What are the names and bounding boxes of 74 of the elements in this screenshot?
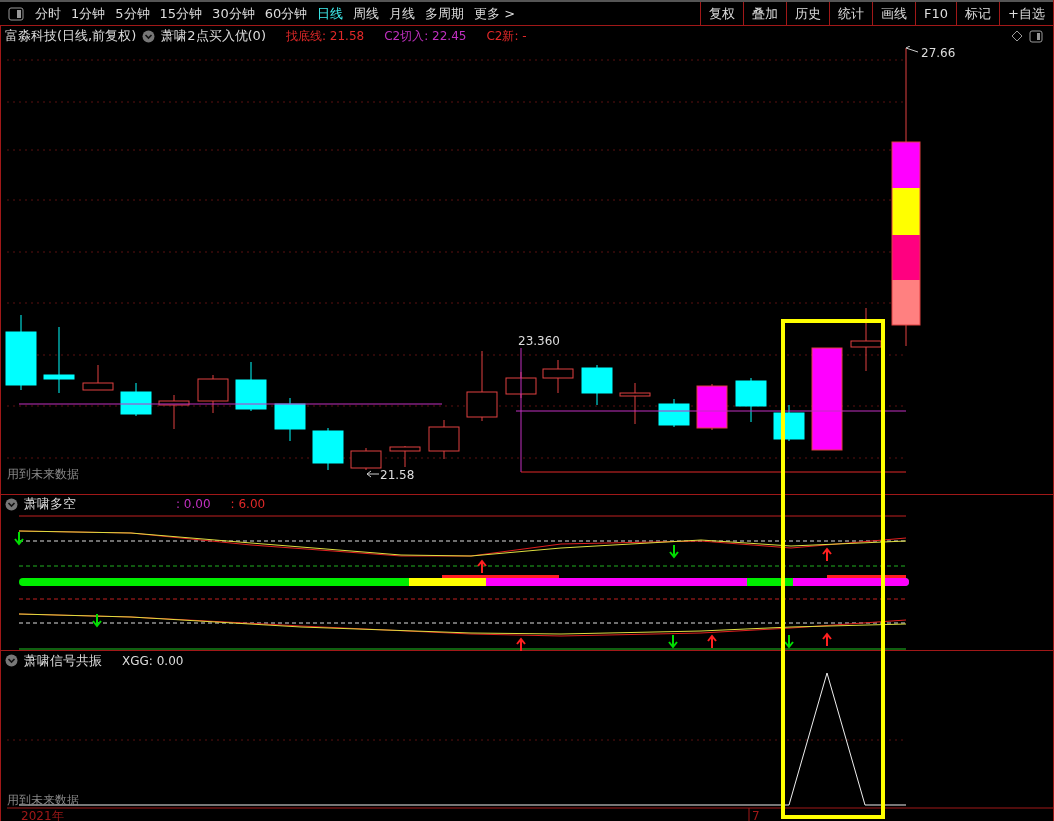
down-arrow-icon (92, 613, 102, 628)
candlestick (581, 364, 613, 406)
indicator-value: C2切入: 22.45 (384, 27, 467, 45)
chart-title: 富淼科技(日线,前复权) (5, 27, 137, 45)
candlestick (120, 382, 152, 417)
high-price-label: 27.66 (921, 46, 956, 60)
indicator-value: : 6.00 (230, 497, 266, 511)
toolbar-button[interactable]: 历史 (786, 1, 830, 26)
dropdown-icon[interactable] (5, 654, 18, 667)
period-tab[interactable]: 30分钟 (207, 4, 260, 23)
down-arrow-icon (669, 544, 679, 559)
candlestick (466, 350, 498, 422)
indicator-name: 萧啸2点买入优(0) (161, 27, 266, 45)
leader-line (905, 46, 919, 53)
up-arrow-icon (516, 637, 526, 651)
indicator-value: C2新: - (486, 27, 527, 45)
sidebar-toggle-icon[interactable] (8, 6, 24, 21)
toolbar-button[interactable]: 标记 (956, 1, 1000, 26)
indicator-value: XGG: 0.00 (122, 653, 184, 668)
down-arrow-icon (668, 634, 678, 649)
toolbar-button[interactable]: +自选 (999, 1, 1053, 26)
down-arrow-icon (784, 634, 794, 649)
candlestick (82, 364, 114, 391)
dropdown-icon[interactable] (142, 29, 156, 43)
period-tab[interactable]: 周线 (348, 4, 385, 23)
candlestick (658, 398, 690, 428)
candlestick (773, 404, 805, 442)
panel-toggle-icon[interactable] (1029, 29, 1043, 43)
candlestick (312, 427, 344, 471)
up-arrow-icon (707, 634, 717, 649)
down-arrow-icon (14, 531, 24, 546)
up-arrow-icon (477, 559, 487, 574)
candlestick (735, 377, 767, 423)
future-data-note: 用到未来数据 (7, 793, 79, 807)
period-tab[interactable]: 月线 (384, 4, 421, 23)
period-tab[interactable]: 1分钟 (66, 4, 111, 23)
candlestick (158, 394, 190, 430)
future-data-note: 用到未来数据 (7, 467, 79, 481)
up-arrow-icon (822, 547, 832, 562)
candlestick (274, 397, 306, 442)
indicator-value: 找底线: 21.58 (285, 27, 365, 45)
candlestick (428, 419, 460, 460)
toolbar-button[interactable]: 画线 (872, 1, 916, 26)
candlestick (542, 359, 574, 394)
low-price-label: 21.58 (380, 468, 415, 482)
candlestick (850, 307, 882, 372)
up-arrow-icon (822, 632, 832, 647)
period-tab[interactable]: 多周期 (420, 4, 470, 23)
candlestick (235, 361, 267, 412)
period-tab[interactable]: 日线 (312, 4, 349, 23)
candlestick (43, 326, 75, 394)
period-tab[interactable]: 60分钟 (259, 4, 313, 23)
dropdown-icon[interactable] (5, 497, 18, 511)
candlestick (197, 374, 229, 414)
candlestick (619, 382, 651, 425)
candlestick (696, 383, 728, 431)
period-tab[interactable]: 15分钟 (154, 4, 208, 23)
toolbar-button[interactable]: 复权 (700, 1, 744, 26)
price-label: 23.360 (518, 334, 560, 348)
diamond-icon[interactable] (1011, 30, 1023, 42)
period-tab[interactable]: 5分钟 (110, 4, 155, 23)
date-label: 2021年 (21, 809, 64, 821)
toolbar-button[interactable]: 叠加 (743, 1, 787, 26)
date-label: 7 (752, 809, 760, 821)
period-tab[interactable]: 分时 (30, 4, 66, 23)
toolbar-button[interactable]: 统计 (829, 1, 873, 26)
toolbar-button[interactable]: F10 (915, 1, 957, 26)
indicator-value: : 0.00 (176, 497, 211, 511)
candlestick (389, 445, 421, 468)
candlestick (350, 447, 382, 471)
period-tab[interactable]: 更多 > (469, 4, 521, 23)
indicator-name: 萧啸多空 (24, 495, 76, 513)
indicator-name: 萧啸信号共振 (24, 651, 102, 670)
arrow-icon (366, 470, 380, 478)
